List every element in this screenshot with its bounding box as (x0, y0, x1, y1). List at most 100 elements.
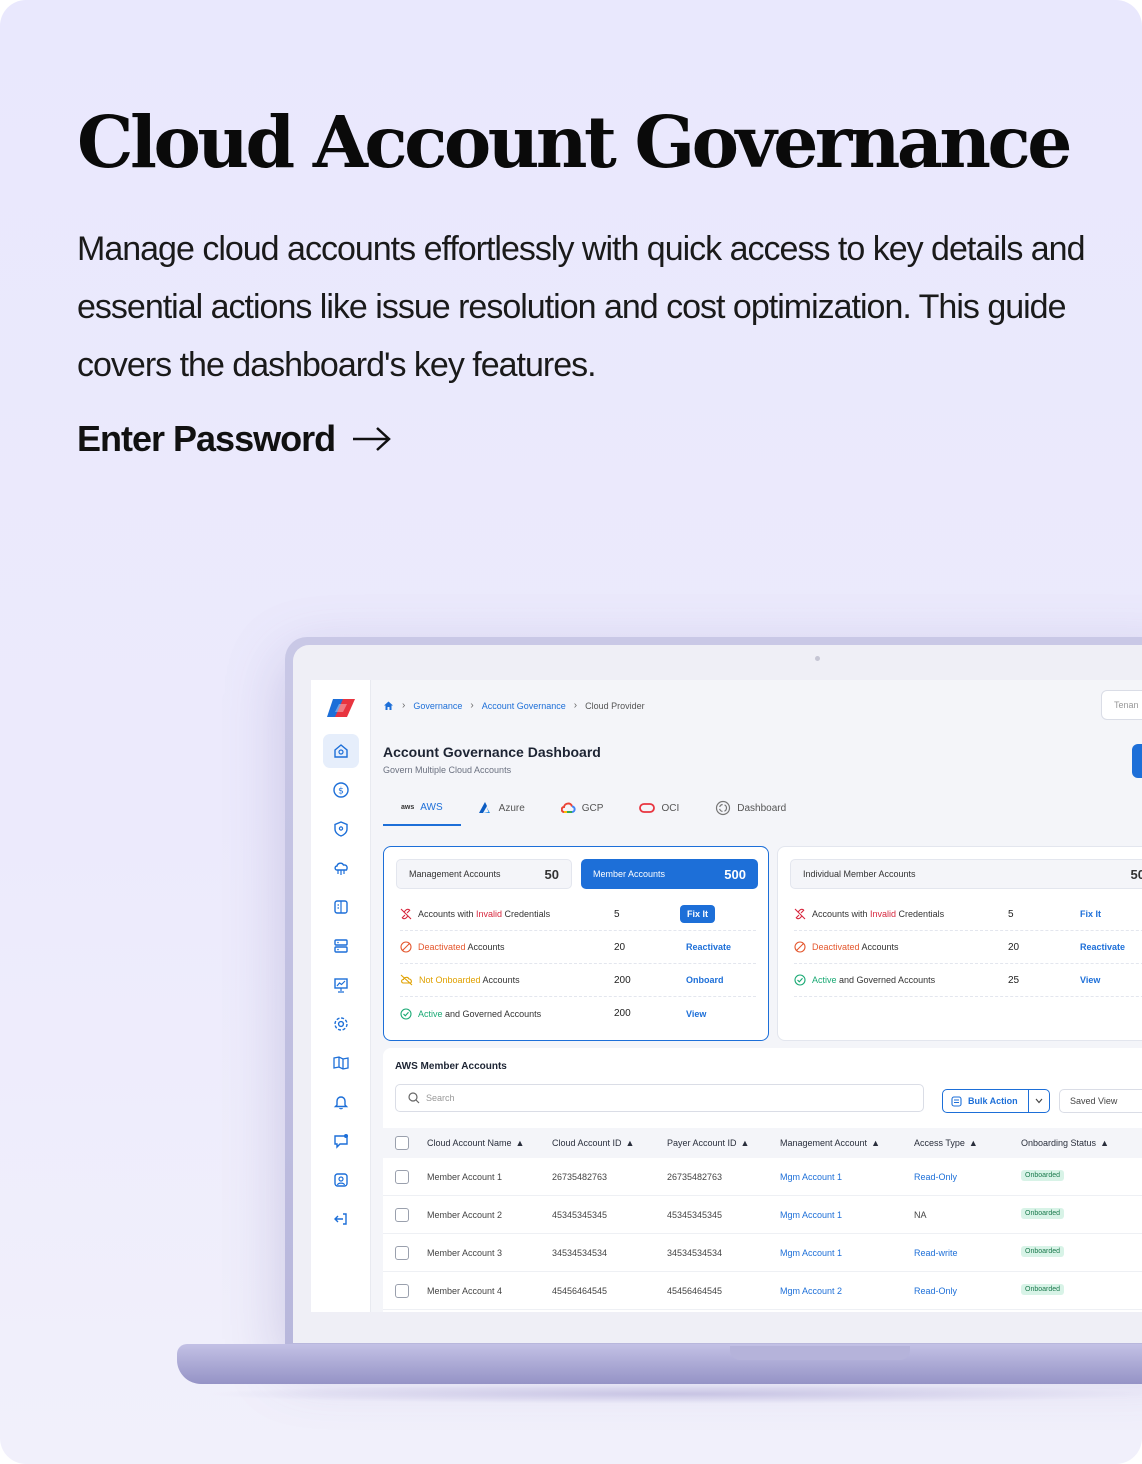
member-accounts-pill[interactable]: Member Accounts 500 (581, 859, 758, 889)
not-onboarded-count: 200 (614, 974, 631, 986)
sidebar-presentation-chart-icon[interactable] (323, 968, 359, 1002)
sidebar-home-icon[interactable] (323, 734, 359, 768)
tab-gcp[interactable]: GCP (543, 790, 622, 826)
brand-logo[interactable] (325, 698, 357, 723)
cell-management-account-link[interactable]: Mgm Account 1 (780, 1172, 842, 1182)
onboard-button[interactable]: Onboard (686, 975, 724, 985)
sort-up-icon: ▲ (740, 1138, 750, 1148)
column-onboarding-status[interactable]: Onboarding Status ▲ (1021, 1138, 1109, 1148)
chevron-down-icon[interactable] (1029, 1098, 1049, 1104)
row-label-suffix: Accounts (480, 975, 520, 985)
cell-access-type[interactable]: Read-write (914, 1248, 958, 1258)
sidebar-user-badge-icon[interactable] (323, 1163, 359, 1197)
sidebar: $ (311, 680, 371, 1312)
tab-oci[interactable]: OCI (621, 790, 697, 826)
tab-dashboard-label: Dashboard (737, 802, 787, 814)
breadcrumb-governance[interactable]: Governance (413, 701, 462, 711)
select-all-checkbox[interactable] (395, 1136, 409, 1150)
sidebar-split-panel-icon[interactable] (323, 890, 359, 924)
table-row[interactable]: Member Account 1 26735482763 26735482763… (383, 1158, 1142, 1196)
table-row[interactable]: Member Account 2 45345345345 45345345345… (383, 1196, 1142, 1234)
individual-member-accounts-label: Individual Member Accounts (803, 869, 916, 879)
home-icon[interactable] (383, 700, 394, 711)
cell-management-account-link[interactable]: Mgm Account 1 (780, 1248, 842, 1258)
row-label-highlight: Deactivated (812, 942, 860, 952)
individual-view-link[interactable]: View (1080, 975, 1100, 985)
primary-action-button[interactable] (1132, 744, 1142, 778)
cell-cloud-account-id: 45345345345 (552, 1210, 608, 1220)
cell-access-type[interactable]: Read-Only (914, 1286, 957, 1296)
individual-fix-it-link[interactable]: Fix It (1080, 909, 1101, 919)
broken-link-icon (794, 908, 806, 920)
tab-dashboard[interactable]: Dashboard (697, 790, 804, 826)
aws-summary-card: Management Accounts 50 Member Accounts 5… (383, 846, 769, 1041)
sidebar-dollar-icon[interactable]: $ (323, 773, 359, 807)
table-row[interactable]: Member Account 3 34534534534 34534534534… (383, 1234, 1142, 1272)
row-checkbox[interactable] (395, 1284, 409, 1298)
tab-azure-label: Azure (498, 802, 525, 814)
tab-azure[interactable]: Azure (461, 790, 543, 826)
search-input[interactable]: Search (395, 1084, 924, 1112)
individual-member-accounts-pill[interactable]: Individual Member Accounts 50 (790, 859, 1142, 889)
sidebar-server-icon[interactable] (323, 929, 359, 963)
saved-view-select[interactable]: Saved View (1059, 1089, 1142, 1113)
view-button[interactable]: View (686, 1009, 706, 1019)
breadcrumb-separator-icon: › (402, 700, 406, 711)
azure-icon (478, 802, 490, 813)
status-badge: Onboarded (1021, 1246, 1065, 1257)
sidebar-logout-icon[interactable] (323, 1202, 359, 1236)
tab-aws[interactable]: aws AWS (383, 790, 461, 826)
bulk-action-button[interactable]: Bulk Action (942, 1089, 1050, 1113)
bulk-list-icon (951, 1095, 962, 1107)
cell-cloud-account-id: 26735482763 (552, 1172, 608, 1182)
laptop-shadow (200, 1384, 1142, 1404)
check-circle-icon (400, 1007, 412, 1020)
individual-invalid-credentials-row: Accounts with Invalid Credentials 5 Fix … (794, 898, 1142, 931)
status-badge: Onboarded (1021, 1208, 1065, 1219)
cell-cloud-account-id: 45456464545 (552, 1286, 608, 1296)
column-management-account[interactable]: Management Account ▲ (780, 1138, 880, 1148)
cell-management-account-link[interactable]: Mgm Account 1 (780, 1210, 842, 1220)
fix-it-button[interactable]: Fix It (680, 905, 716, 923)
column-label: Cloud Account Name (427, 1138, 512, 1148)
cell-access-type[interactable]: Read-Only (914, 1172, 957, 1182)
breadcrumb-account-governance[interactable]: Account Governance (482, 701, 566, 711)
sidebar-cloud-network-icon[interactable] (323, 851, 359, 885)
cell-cloud-account-id: 34534534534 (552, 1248, 608, 1258)
dashboard-icon (716, 800, 731, 816)
row-label-prefix: Accounts with (418, 909, 477, 919)
column-cloud-account-id[interactable]: Cloud Account ID ▲ (552, 1138, 634, 1148)
row-checkbox[interactable] (395, 1246, 409, 1260)
row-checkbox[interactable] (395, 1170, 409, 1184)
laptop-notch (730, 1346, 910, 1360)
member-accounts-title: AWS Member Accounts (395, 1061, 507, 1072)
row-checkbox[interactable] (395, 1208, 409, 1222)
sidebar-gear-icon[interactable] (323, 1007, 359, 1041)
row-label-highlight: Deactivated (418, 942, 466, 952)
individual-reactivate-link[interactable]: Reactivate (1080, 942, 1125, 952)
reactivate-button[interactable]: Reactivate (686, 942, 731, 952)
main-content: › Governance › Account Governance › Clou… (371, 680, 1142, 1312)
page-subtitle: Govern Multiple Cloud Accounts (383, 765, 512, 775)
cell-payer-account-id: 34534534534 (667, 1248, 723, 1258)
column-payer-account-id[interactable]: Payer Account ID ▲ (667, 1138, 749, 1148)
table-row[interactable]: Member Account 4 45456464545 45456464545… (383, 1272, 1142, 1310)
invalid-credentials-row: Accounts with Invalid Credentials 5 Fix … (400, 898, 756, 931)
column-cloud-account-name[interactable]: Cloud Account Name ▲ (427, 1138, 524, 1148)
status-badge: Onboarded (1021, 1170, 1065, 1181)
enter-password-link[interactable]: Enter Password (77, 418, 393, 460)
tenant-selector[interactable]: Tenan (1101, 690, 1142, 720)
sort-up-icon: ▲ (968, 1138, 978, 1148)
row-label-suffix: Accounts (465, 942, 505, 952)
column-access-type[interactable]: Access Type ▲ (914, 1138, 978, 1148)
blocked-icon (794, 941, 806, 953)
sidebar-shield-icon[interactable] (323, 812, 359, 846)
individual-deactivated-count: 20 (1008, 941, 1020, 953)
management-accounts-pill[interactable]: Management Accounts 50 (396, 859, 572, 889)
sidebar-bell-icon[interactable] (323, 1085, 359, 1119)
sidebar-book-icon[interactable] (323, 1046, 359, 1080)
sidebar-chat-icon[interactable] (323, 1124, 359, 1158)
column-label: Payer Account ID (667, 1138, 737, 1148)
cell-account-name: Member Account 3 (427, 1248, 503, 1258)
cell-management-account-link[interactable]: Mgm Account 2 (780, 1286, 842, 1296)
